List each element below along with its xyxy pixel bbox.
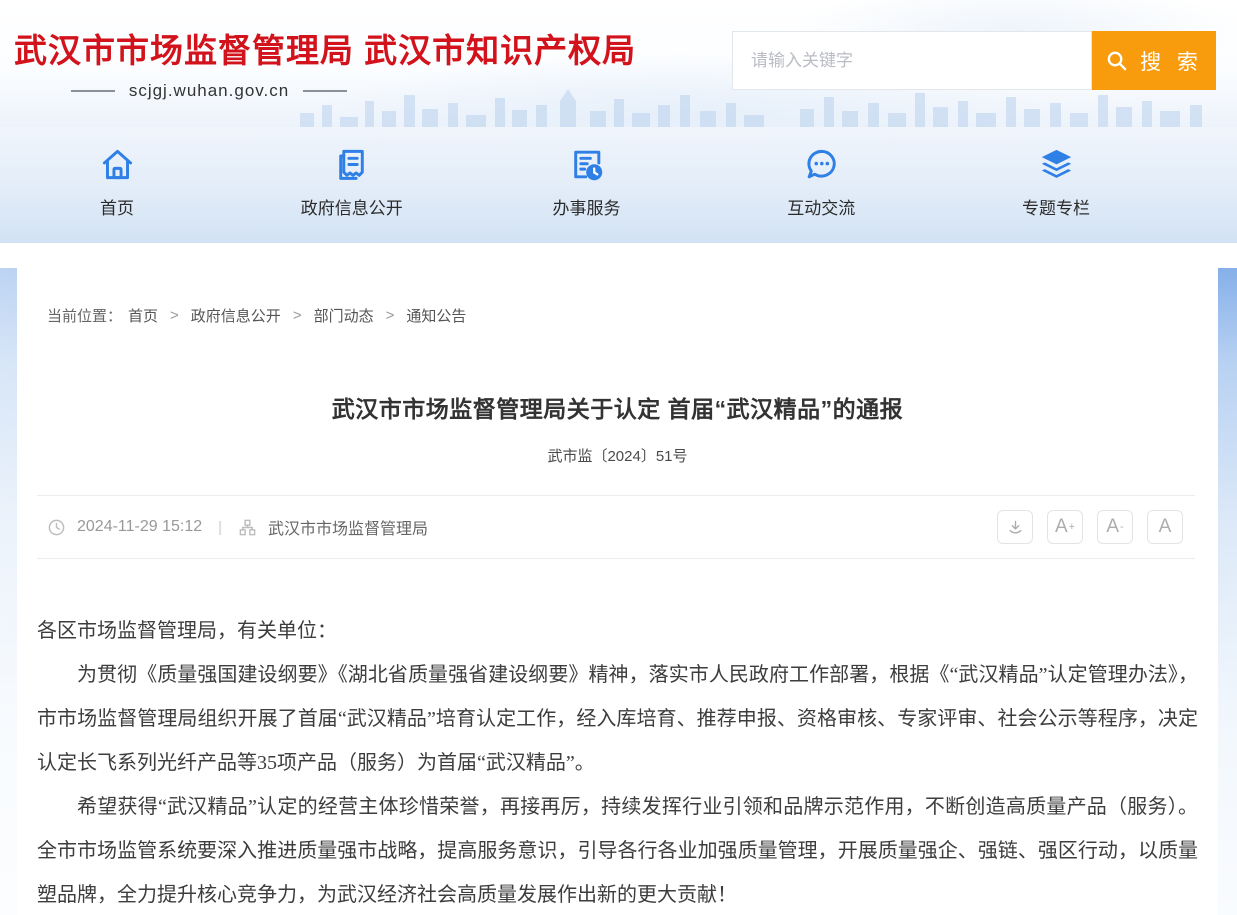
nav-item-home[interactable]: 首页 [57, 146, 177, 219]
site-header: 武汉市市场监督管理局 武汉市知识产权局 scjgj.wuhan.gov.cn 搜… [0, 0, 1237, 127]
breadcrumb-separator: > [170, 307, 179, 324]
breadcrumb-item-gov-info[interactable]: 政府信息公开 [191, 305, 281, 326]
meta-separator: | [218, 519, 222, 536]
content-card: 当前位置： 首页 > 政府信息公开 > 部门动态 > 通知公告 武汉市市场监督管… [17, 268, 1218, 915]
home-icon [99, 146, 136, 183]
breadcrumb-label: 当前位置： [47, 305, 122, 326]
breadcrumb: 当前位置： 首页 > 政府信息公开 > 部门动态 > 通知公告 [17, 268, 1218, 326]
article-meta-info: 2024-11-29 15:12 | 武汉市市场监督管理局 [47, 515, 428, 539]
magnifier-icon [1105, 49, 1128, 72]
breadcrumb-separator: > [386, 307, 395, 324]
gov-info-document-icon [333, 146, 370, 183]
site-domain-row: scjgj.wuhan.gov.cn [14, 81, 404, 101]
breadcrumb-item-home[interactable]: 首页 [128, 305, 158, 326]
download-button[interactable] [997, 510, 1033, 544]
domain-dash-right [303, 90, 347, 92]
search-button-label: 搜 索 [1140, 46, 1203, 76]
font-larger-button[interactable]: A+ [1047, 510, 1083, 544]
font-smaller-button[interactable]: A- [1097, 510, 1133, 544]
article-meta-bar: 2024-11-29 15:12 | 武汉市市场监督管理局 A+ A- A [37, 495, 1195, 559]
breadcrumb-item-notices[interactable]: 通知公告 [406, 305, 466, 326]
article-title: 武汉市市场监督管理局关于认定 首届“武汉精品”的通报 [17, 390, 1218, 424]
chat-bubble-icon [803, 146, 840, 183]
document-clock-icon [568, 146, 605, 183]
breadcrumb-separator: > [293, 307, 302, 324]
article-paragraph: 希望获得“武汉精品”认定的经营主体珍惜荣誉，再接再厉，持续发挥行业引领和品牌示范… [37, 785, 1198, 915]
nav-item-topics[interactable]: 专题专栏 [996, 146, 1116, 219]
nav-label-gov-info: 政府信息公开 [301, 194, 403, 219]
article-toolbar: A+ A- A [997, 510, 1183, 544]
font-reset-button[interactable]: A [1147, 510, 1183, 544]
font-larger-label: A [1055, 516, 1068, 538]
search-input[interactable] [732, 31, 1092, 90]
nav-label-interact: 互动交流 [787, 194, 855, 219]
clock-icon [47, 518, 66, 537]
site-title: 武汉市市场监督管理局 武汉市知识产权局 [14, 24, 636, 72]
site-logo: 武汉市市场监督管理局 武汉市知识产权局 scjgj.wuhan.gov.cn [14, 24, 636, 101]
nav-item-services[interactable]: 办事服务 [527, 146, 647, 219]
article-source: 武汉市市场监督管理局 [268, 515, 428, 539]
nav-label-services: 办事服务 [553, 194, 621, 219]
nav-label-home: 首页 [100, 194, 134, 219]
article-paragraph: 各区市场监督管理局，有关单位： [37, 609, 1198, 653]
layers-icon [1038, 146, 1075, 183]
article-body: 各区市场监督管理局，有关单位： 为贯彻《质量强国建设纲要》《湖北省质量强省建设纲… [37, 609, 1198, 915]
domain-dash-left [71, 90, 115, 92]
main-nav: 首页 政府信息公开 办事服务 [0, 127, 1237, 243]
page-background: 当前位置： 首页 > 政府信息公开 > 部门动态 > 通知公告 武汉市市场监督管… [0, 268, 1237, 915]
font-smaller-label: A [1106, 516, 1119, 538]
nav-item-interact[interactable]: 互动交流 [761, 146, 881, 219]
site-domain: scjgj.wuhan.gov.cn [129, 81, 289, 101]
article-paragraph: 为贯彻《质量强国建设纲要》《湖北省质量强省建设纲要》精神，落实市人民政府工作部署… [37, 653, 1198, 785]
article-doc-number: 武市监〔2024〕51号 [17, 445, 1218, 466]
font-reset-label: A [1159, 516, 1172, 538]
sitemap-icon [238, 518, 257, 537]
nav-item-gov-info[interactable]: 政府信息公开 [292, 146, 412, 219]
search-button[interactable]: 搜 索 [1092, 31, 1216, 90]
breadcrumb-item-dept-news[interactable]: 部门动态 [314, 305, 374, 326]
download-icon [1007, 519, 1024, 536]
nav-label-topics: 专题专栏 [1022, 194, 1090, 219]
search-bar: 搜 索 [732, 31, 1216, 90]
publish-date: 2024-11-29 15:12 [77, 518, 202, 536]
